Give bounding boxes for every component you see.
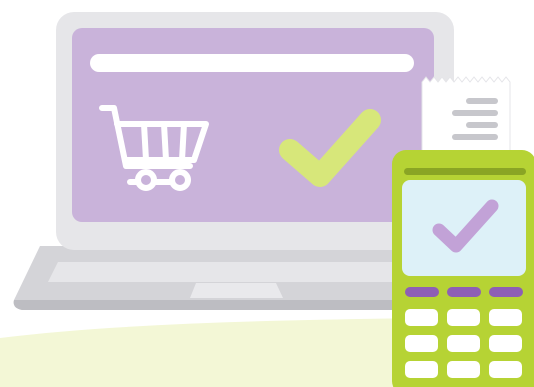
terminal-key (447, 309, 480, 326)
terminal-key (447, 335, 480, 352)
terminal-key (405, 287, 439, 297)
terminal-key (405, 309, 438, 326)
terminal-key (405, 361, 438, 378)
terminal-key (405, 335, 438, 352)
terminal-key (447, 361, 480, 378)
terminal-key (489, 361, 522, 378)
terminal-key (489, 287, 523, 297)
terminal-key (447, 287, 481, 297)
search-bar (90, 54, 414, 72)
terminal-key (489, 309, 522, 326)
payment-terminal (392, 150, 534, 387)
payment-illustration (0, 0, 534, 387)
card-slot (404, 168, 526, 175)
terminal-key (489, 335, 522, 352)
